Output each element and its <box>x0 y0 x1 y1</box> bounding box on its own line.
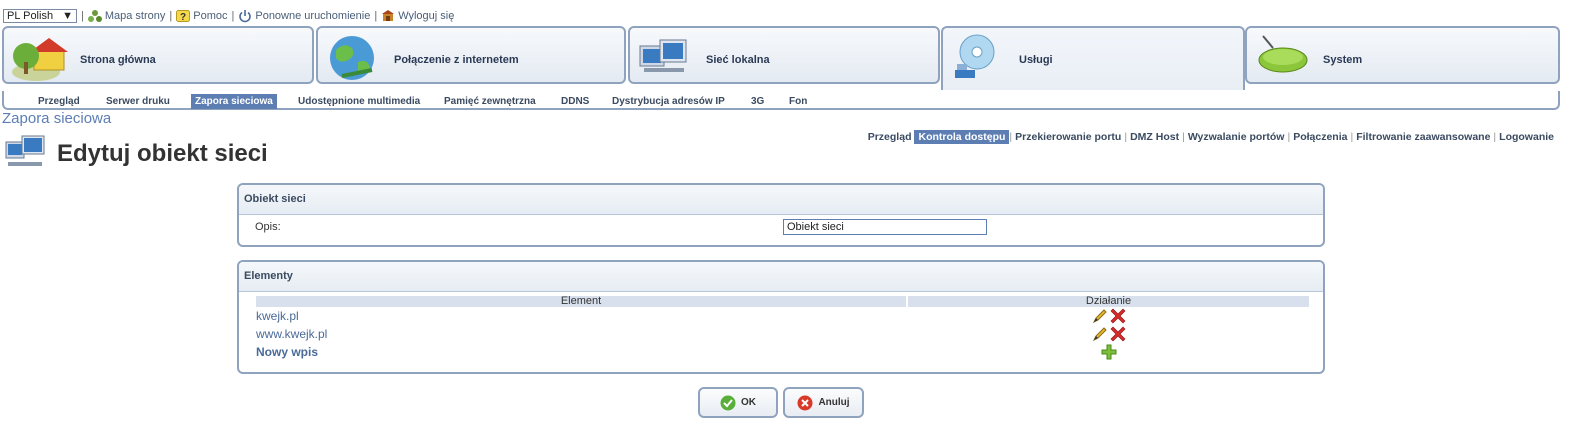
services-icon <box>955 34 995 78</box>
nav-access-control[interactable]: Kontrola dostępu <box>914 130 1010 144</box>
delete-icon[interactable] <box>1110 308 1126 324</box>
subtab-fon[interactable]: Fon <box>789 96 807 107</box>
new-entry-link[interactable]: Nowy wpis <box>256 345 318 359</box>
element-link[interactable]: www.kwejk.pl <box>256 327 327 341</box>
add-icon[interactable] <box>1101 344 1117 360</box>
help-link[interactable]: ? Pomoc <box>176 9 228 23</box>
tab-system-label: System <box>1323 54 1363 66</box>
power-icon <box>239 10 252 23</box>
cancel-label: Anuluj <box>818 397 850 408</box>
table-row: www.kwejk.pl <box>256 325 1309 343</box>
logout-icon <box>382 10 395 21</box>
nav-port-forwarding[interactable]: Przekierowanie portu <box>1012 131 1124 143</box>
subtab-firewall[interactable]: Zapora sieciowa <box>191 94 277 109</box>
nav-connections[interactable]: Połączenia <box>1290 131 1350 143</box>
elements-table: Element Działanie kwejk.pl www.kwejk.pl <box>254 296 1311 361</box>
column-header-element: Element <box>256 296 906 307</box>
element-link[interactable]: kwejk.pl <box>256 309 299 323</box>
network-object-panel: Obiekt sieci Opis: <box>237 183 1325 247</box>
panel-title: Elementy <box>239 262 1323 292</box>
help-icon: ? <box>176 10 191 23</box>
column-header-action: Działanie <box>908 296 1309 307</box>
globe-icon <box>330 36 374 80</box>
nav-dmz-host[interactable]: DMZ Host <box>1127 131 1182 143</box>
language-value: PL Polish <box>7 10 54 22</box>
tab-lan[interactable]: Sieć lokalna <box>628 26 940 84</box>
nav-port-triggering[interactable]: Wyzwalanie portów <box>1185 131 1288 143</box>
network-object-icon <box>5 135 45 166</box>
cancel-icon <box>797 395 813 410</box>
subtab-print-server[interactable]: Serwer druku <box>106 96 170 107</box>
tab-internet-label: Połączenie z internetem <box>394 54 519 66</box>
chevron-down-icon: ▼ <box>62 10 73 22</box>
edit-icon[interactable] <box>1092 326 1108 342</box>
main-tabs: Strona główna Połączenie z internetem Si… <box>2 26 1560 90</box>
panel-title: Obiekt sieci <box>239 185 1323 215</box>
svg-text:?: ? <box>180 12 186 23</box>
tab-services-label: Usługi <box>1019 54 1053 66</box>
table-row: kwejk.pl <box>256 307 1309 325</box>
description-input[interactable] <box>783 219 987 235</box>
elements-panel: Elementy Element Działanie kwejk.pl www.… <box>237 260 1325 374</box>
subtab-external-storage[interactable]: Pamięć zewnętrzna <box>444 96 536 107</box>
nav-logging[interactable]: Logowanie <box>1496 131 1557 143</box>
cancel-button[interactable]: Anuluj <box>783 387 864 418</box>
delete-icon[interactable] <box>1110 326 1126 342</box>
sitemap-icon <box>87 10 102 22</box>
logout-link[interactable]: Wyloguj się <box>381 9 454 23</box>
separator: | <box>81 10 84 22</box>
page-title: Edytuj obiekt sieci <box>57 140 268 167</box>
reboot-link[interactable]: Ponowne uruchomienie <box>238 9 370 23</box>
tab-services[interactable]: Usługi <box>941 26 1245 90</box>
subtab-ddns[interactable]: DDNS <box>561 96 589 107</box>
table-row: Nowy wpis <box>256 343 1309 361</box>
firewall-subnav: Przegląd Kontrola dostępu | Przekierowan… <box>865 130 1557 144</box>
tab-lan-label: Sieć lokalna <box>706 54 770 66</box>
network-icon <box>639 39 687 72</box>
top-bar: PL Polish ▼ | Mapa strony | ? Pomoc | Po… <box>3 8 454 24</box>
ok-label: OK <box>741 397 756 408</box>
sitemap-link[interactable]: Mapa strony <box>87 9 165 23</box>
subtab-ip-distribution[interactable]: Dystrybucja adresów IP <box>612 96 725 107</box>
language-select[interactable]: PL Polish ▼ <box>3 9 77 23</box>
nav-overview[interactable]: Przegląd <box>865 131 915 143</box>
check-icon <box>720 395 736 410</box>
subtab-shared-media[interactable]: Udostępnione multimedia <box>298 96 420 107</box>
subtab-overview[interactable]: Przegląd <box>38 96 80 107</box>
edit-icon[interactable] <box>1092 308 1108 324</box>
tab-system[interactable]: System <box>1245 26 1560 84</box>
section-title: Zapora sieciowa <box>2 110 112 127</box>
tab-internet[interactable]: Połączenie z internetem <box>316 26 626 84</box>
description-label: Opis: <box>255 221 281 233</box>
home-icon <box>12 38 68 81</box>
subtab-3g[interactable]: 3G <box>751 96 764 107</box>
tab-home[interactable]: Strona główna <box>2 26 314 84</box>
ok-button[interactable]: OK <box>698 387 778 418</box>
nav-advanced-filtering[interactable]: Filtrowanie zaawansowane <box>1353 131 1493 143</box>
tab-home-label: Strona główna <box>80 54 156 66</box>
router-icon <box>1258 35 1308 73</box>
